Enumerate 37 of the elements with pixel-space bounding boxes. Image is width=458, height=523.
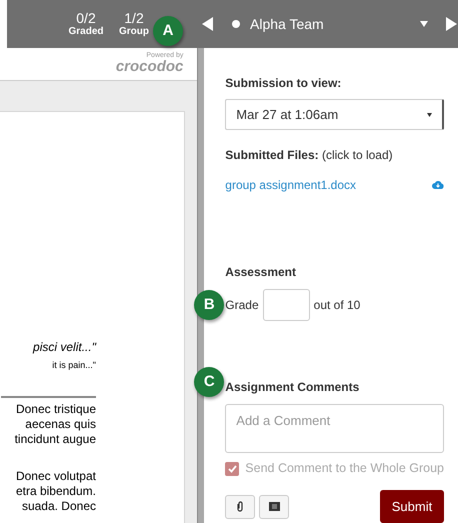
document-text-line: etra bibendum. xyxy=(16,484,96,499)
checkbox-label: Send Comment to the Whole Group xyxy=(245,460,444,478)
section-title: Assignment Comments xyxy=(225,379,360,396)
cloud-download-icon[interactable] xyxy=(432,180,444,190)
document-text-line: Donec volutpat xyxy=(16,469,96,484)
comment-field[interactable]: Add a Comment xyxy=(225,404,444,454)
film-icon xyxy=(268,502,280,511)
grade-suffix: out of 10 xyxy=(314,297,360,314)
file-link[interactable]: group assignment1.docx xyxy=(225,176,356,194)
section-label: Submission to view: xyxy=(225,75,342,92)
submitted-files-label: Submitted Files: (click to load) xyxy=(225,147,394,164)
document-text-line: aecenas quis xyxy=(25,417,96,432)
callout-badge: C xyxy=(194,367,224,397)
document-quote: pisci velit..." xyxy=(33,339,96,356)
attach-button[interactable] xyxy=(225,494,256,518)
caret-icon xyxy=(420,21,428,27)
callout-badge: B xyxy=(194,290,224,320)
paperclip-icon xyxy=(237,501,244,512)
document-text-line: tincidunt augue xyxy=(14,432,96,447)
submit-button[interactable]: Submit xyxy=(380,490,444,523)
previous-icon[interactable] xyxy=(202,17,214,31)
stat-label: Group xyxy=(119,26,149,38)
student-select[interactable]: Alpha Team xyxy=(232,14,428,34)
stat-value: 0/2 xyxy=(76,10,96,26)
crocodoc-logo: crocodoc xyxy=(116,59,184,74)
grade-label: Grade xyxy=(225,297,259,314)
media-button[interactable] xyxy=(259,494,290,518)
document-text-line: Donec tristique xyxy=(16,402,96,417)
stat-value: 1/2 xyxy=(124,10,144,26)
stat-label: Graded xyxy=(68,26,104,38)
document-quote: it is pain..." xyxy=(52,359,96,372)
next-icon[interactable] xyxy=(446,17,458,31)
submission-select[interactable]: Mar 27 at 1:06am xyxy=(225,99,444,130)
caret-icon xyxy=(427,112,432,117)
document-text-line: suada. Donec xyxy=(22,499,96,514)
section-title: Assessment xyxy=(225,264,297,282)
grade-input[interactable] xyxy=(262,289,310,322)
